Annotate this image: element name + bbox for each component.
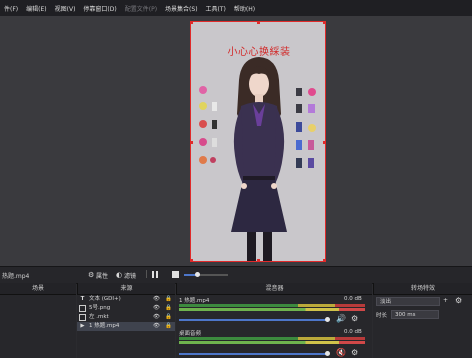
source-row[interactable]: 左 .mkt 👁 🔒 (77, 313, 175, 322)
eye-icon[interactable]: 👁 (153, 313, 160, 322)
transition-select[interactable]: 淡出 (376, 297, 440, 306)
source-row-label: 文本 (GDI+) (89, 296, 121, 302)
pause-icon-bar2 (156, 271, 158, 278)
transitions-dock-title: 转场特效 (373, 283, 472, 295)
resize-handle-top-right[interactable] (323, 22, 325, 24)
resize-handle-left[interactable] (191, 141, 193, 144)
volume-slider-knob[interactable] (325, 317, 330, 322)
source-row-label: 左 .mkt (89, 314, 109, 320)
source-toolbar: 热题.mp4 ⚙ 属性 ◐ 滤镜 (0, 266, 472, 284)
resize-handle-bottom[interactable] (257, 259, 260, 261)
eye-icon[interactable]: 👁 (153, 295, 160, 304)
pause-icon[interactable] (152, 271, 154, 278)
volume-slider-knob[interactable] (325, 351, 330, 356)
source-row[interactable]: 5号.png 👁 🔒 (77, 304, 175, 313)
gear-icon[interactable]: ⚙ (351, 314, 358, 323)
menu-docks[interactable]: 停靠窗口(D) (79, 4, 120, 13)
source-row-selected[interactable]: ▶ 1 热题.mp4 👁 🔒 (77, 322, 175, 331)
resize-handle-bottom-right[interactable] (323, 259, 325, 261)
volume-meter (179, 341, 365, 344)
media-progress-knob[interactable] (195, 272, 201, 277)
selected-source-name: 热题.mp4 (2, 272, 30, 280)
volume-meter (179, 308, 365, 311)
eye-icon[interactable]: 👁 (153, 304, 160, 313)
stop-icon[interactable] (172, 271, 179, 278)
resize-handle-bottom-left[interactable] (191, 259, 193, 261)
sources-dock-title: 来源 (77, 283, 175, 295)
preview-canvas[interactable]: 小心心换綵装 (190, 21, 326, 262)
mixer-channel-name: 1 热题.mp4 (179, 298, 210, 304)
duration-input[interactable]: 300 ms (391, 310, 439, 319)
mixer-channel-name: 桌面音频 (179, 331, 202, 337)
menu-help[interactable]: 帮助(H) (230, 4, 259, 13)
audio-mixer: 1 热题.mp4 0.0 dB 🔊 ⚙ 桌面音频 0.0 dB 🔇 ⚙ (176, 295, 372, 358)
menu-profile[interactable]: 配置文件(P) (121, 4, 161, 13)
volume-slider[interactable] (179, 319, 329, 321)
resize-handle-right[interactable] (323, 141, 325, 144)
eye-icon[interactable]: 👁 (153, 322, 160, 331)
left-accessory-icons (199, 86, 217, 164)
resize-handle-top[interactable] (257, 22, 260, 24)
gear-icon[interactable]: ⚙ (351, 348, 358, 357)
volume-meter (179, 304, 365, 307)
properties-button[interactable]: 属性 (96, 271, 108, 280)
preview-area: 小心心换綵装 (0, 16, 472, 266)
volume-meter (179, 337, 365, 340)
gear-icon[interactable]: ⚙ (455, 296, 462, 305)
filters-button[interactable]: 滤镜 (124, 271, 136, 280)
filter-icon: ◐ (116, 271, 123, 279)
mixer-dock-title: 混音器 (176, 283, 372, 295)
menu-file[interactable]: 件(F) (0, 4, 22, 13)
image-icon (79, 305, 86, 312)
duration-label: 时长 (376, 313, 388, 319)
source-row[interactable]: T 文本 (GDI+) 👁 🔒 (77, 295, 175, 304)
mixer-channel-db: 0.0 dB (344, 296, 362, 302)
mixer-channel-db: 0.0 dB (344, 329, 362, 335)
menu-view[interactable]: 视图(V) (51, 4, 80, 13)
speaker-icon[interactable]: 🔊 (336, 314, 346, 323)
menu-scene-collection[interactable]: 场景集合(S) (161, 4, 202, 13)
lock-icon[interactable]: 🔒 (165, 295, 172, 304)
text-icon: T (80, 296, 85, 302)
speaker-muted-icon[interactable]: 🔇 (336, 348, 346, 357)
media-icon: ▶ (80, 323, 85, 329)
volume-slider[interactable] (179, 353, 329, 355)
source-row-label: 5号.png (89, 305, 111, 311)
scenes-dock-title: 场景 (0, 283, 76, 295)
right-accessory-icons (296, 88, 316, 168)
menu-edit[interactable]: 编辑(E) (22, 4, 50, 13)
sources-list[interactable]: T 文本 (GDI+) 👁 🔒 5号.png 👁 🔒 左 .mkt 👁 🔒 ▶ … (77, 295, 175, 358)
plus-icon[interactable]: + (443, 297, 448, 304)
resize-handle-top-left[interactable] (191, 22, 193, 24)
gear-icon: ⚙ (88, 271, 95, 279)
image-icon (79, 314, 86, 321)
scenes-list[interactable] (0, 295, 76, 358)
transitions-dock: 淡出 + ⚙ 时长 300 ms (373, 295, 472, 358)
lock-icon[interactable]: 🔒 (165, 304, 172, 313)
menu-tools[interactable]: 工具(T) (202, 4, 230, 13)
lock-icon[interactable]: 🔒 (165, 313, 172, 322)
menu-bar: 件(F) 编辑(E) 视图(V) 停靠窗口(D) 配置文件(P) 场景集合(S)… (0, 0, 472, 17)
source-row-label: 1 热题.mp4 (89, 323, 120, 329)
lock-icon[interactable]: 🔒 (165, 322, 172, 331)
